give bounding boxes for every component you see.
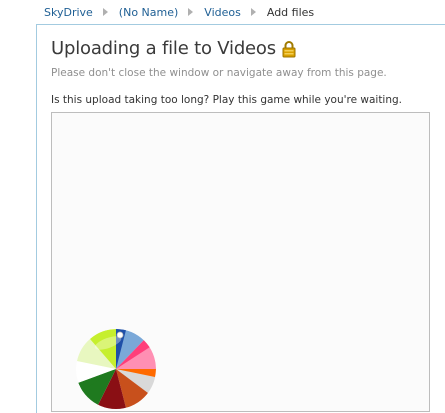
game-area[interactable] (51, 112, 430, 412)
upload-page: SkyDrive (No Name) Videos Add files Uplo… (0, 0, 445, 413)
beach-ball-icon[interactable] (74, 327, 158, 411)
chevron-right-icon (250, 8, 256, 16)
game-prompt: Is this upload taking too long? Play thi… (51, 94, 403, 106)
breadcrumb-current: Add files (266, 5, 315, 19)
breadcrumb-skydrive[interactable]: SkyDrive (44, 6, 93, 19)
lock-icon (282, 40, 296, 58)
breadcrumb: SkyDrive (No Name) Videos Add files (44, 4, 314, 20)
chevron-right-icon (188, 8, 194, 16)
upload-subtitle: Please don't close the window or navigat… (51, 67, 387, 79)
chevron-right-icon (102, 8, 108, 16)
title-row: Uploading a file to Videos (51, 38, 296, 59)
breadcrumb-no-name[interactable]: (No Name) (119, 6, 179, 19)
upload-panel: Uploading a file to Videos Please don't … (36, 24, 445, 413)
page-title: Uploading a file to Videos (51, 38, 276, 59)
breadcrumb-videos[interactable]: Videos (204, 6, 241, 19)
